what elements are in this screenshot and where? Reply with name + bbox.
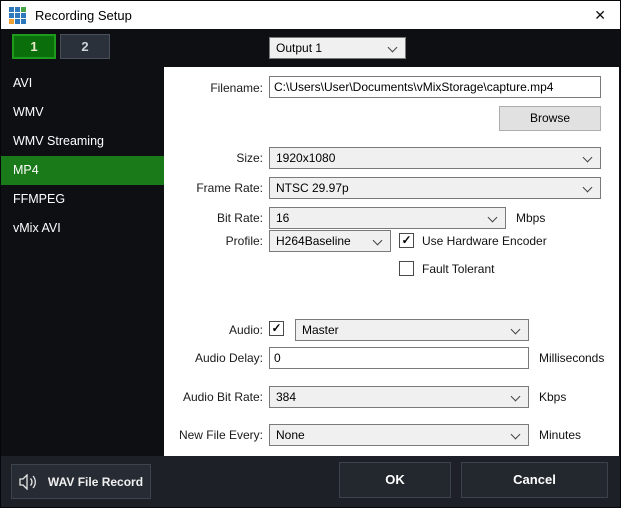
use-hardware-encoder-label: Use Hardware Encoder [422,234,547,248]
output-select[interactable]: Output 1 [269,37,406,59]
titlebar: Recording Setup ✕ [1,1,620,29]
audio-delay-unit: Milliseconds [539,351,604,365]
use-hardware-encoder-checkbox[interactable]: ✓ [399,233,414,248]
wav-file-record-label: WAV File Record [48,475,143,489]
audio-delay-label: Audio Delay: [166,351,263,365]
bit-rate-select[interactable]: 16 [269,207,506,229]
chevron-down-icon [511,325,521,335]
chevron-down-icon [583,183,593,193]
tab-output-1[interactable]: 1 [12,34,56,59]
chevron-down-icon [388,43,398,53]
filename-label: Filename: [166,81,263,95]
new-file-every-label: New File Every: [166,428,263,442]
size-label: Size: [166,151,263,165]
fault-tolerant-label: Fault Tolerant [422,262,495,276]
chevron-down-icon [511,392,521,402]
speaker-icon [19,474,39,490]
wav-file-record-button[interactable]: WAV File Record [11,464,151,499]
sidebar-item-wmv-streaming[interactable]: WMV Streaming [1,127,164,156]
sidebar-item-vmix-avi[interactable]: vMix AVI [1,214,164,243]
audio-source-select[interactable]: Master [295,319,529,341]
audio-source-select-value: Master [302,323,339,337]
audio-bit-rate-select[interactable]: 384 [269,386,529,408]
audio-delay-input[interactable] [269,347,529,369]
chevron-down-icon [511,430,521,440]
cancel-button[interactable]: Cancel [461,462,608,498]
audio-bit-rate-select-value: 384 [276,390,296,404]
browse-button[interactable]: Browse [499,106,601,131]
sidebar-item-avi[interactable]: AVI [1,69,164,98]
sidebar-item-wmv[interactable]: WMV [1,98,164,127]
bit-rate-select-value: 16 [276,211,289,225]
audio-checkbox[interactable]: ✓ [269,321,284,336]
bit-rate-unit: Mbps [516,211,545,225]
recording-setup-window: Recording Setup ✕ 1 2 Output 1 AVI WMV W… [0,0,621,508]
chevron-down-icon [488,213,498,223]
frame-rate-select-value: NTSC 29.97p [276,181,349,195]
profile-label: Profile: [166,234,263,248]
profile-select[interactable]: H264Baseline [269,230,391,252]
size-select-value: 1920x1080 [276,151,335,165]
sidebar-item-mp4[interactable]: MP4 [1,156,164,185]
chevron-down-icon [583,153,593,163]
bit-rate-label: Bit Rate: [166,211,263,225]
frame-rate-label: Frame Rate: [166,181,263,195]
new-file-every-unit: Minutes [539,428,581,442]
fault-tolerant-checkbox[interactable] [399,261,414,276]
audio-bit-rate-label: Audio Bit Rate: [166,390,263,404]
size-select[interactable]: 1920x1080 [269,147,601,169]
ok-button[interactable]: OK [339,462,451,498]
audio-label: Audio: [166,323,263,337]
chevron-down-icon [373,236,383,246]
sidebar-item-ffmpeg[interactable]: FFMPEG [1,185,164,214]
filename-input[interactable] [269,76,601,98]
window-title: Recording Setup [35,8,132,23]
close-icon[interactable]: ✕ [594,5,606,25]
new-file-every-select[interactable]: None [269,424,529,446]
audio-bit-rate-unit: Kbps [539,390,566,404]
tab-output-2[interactable]: 2 [60,34,110,59]
profile-select-value: H264Baseline [276,234,351,248]
output-select-value: Output 1 [276,41,322,55]
frame-rate-select[interactable]: NTSC 29.97p [269,177,601,199]
vmix-logo-icon [9,7,26,24]
new-file-every-select-value: None [276,428,305,442]
